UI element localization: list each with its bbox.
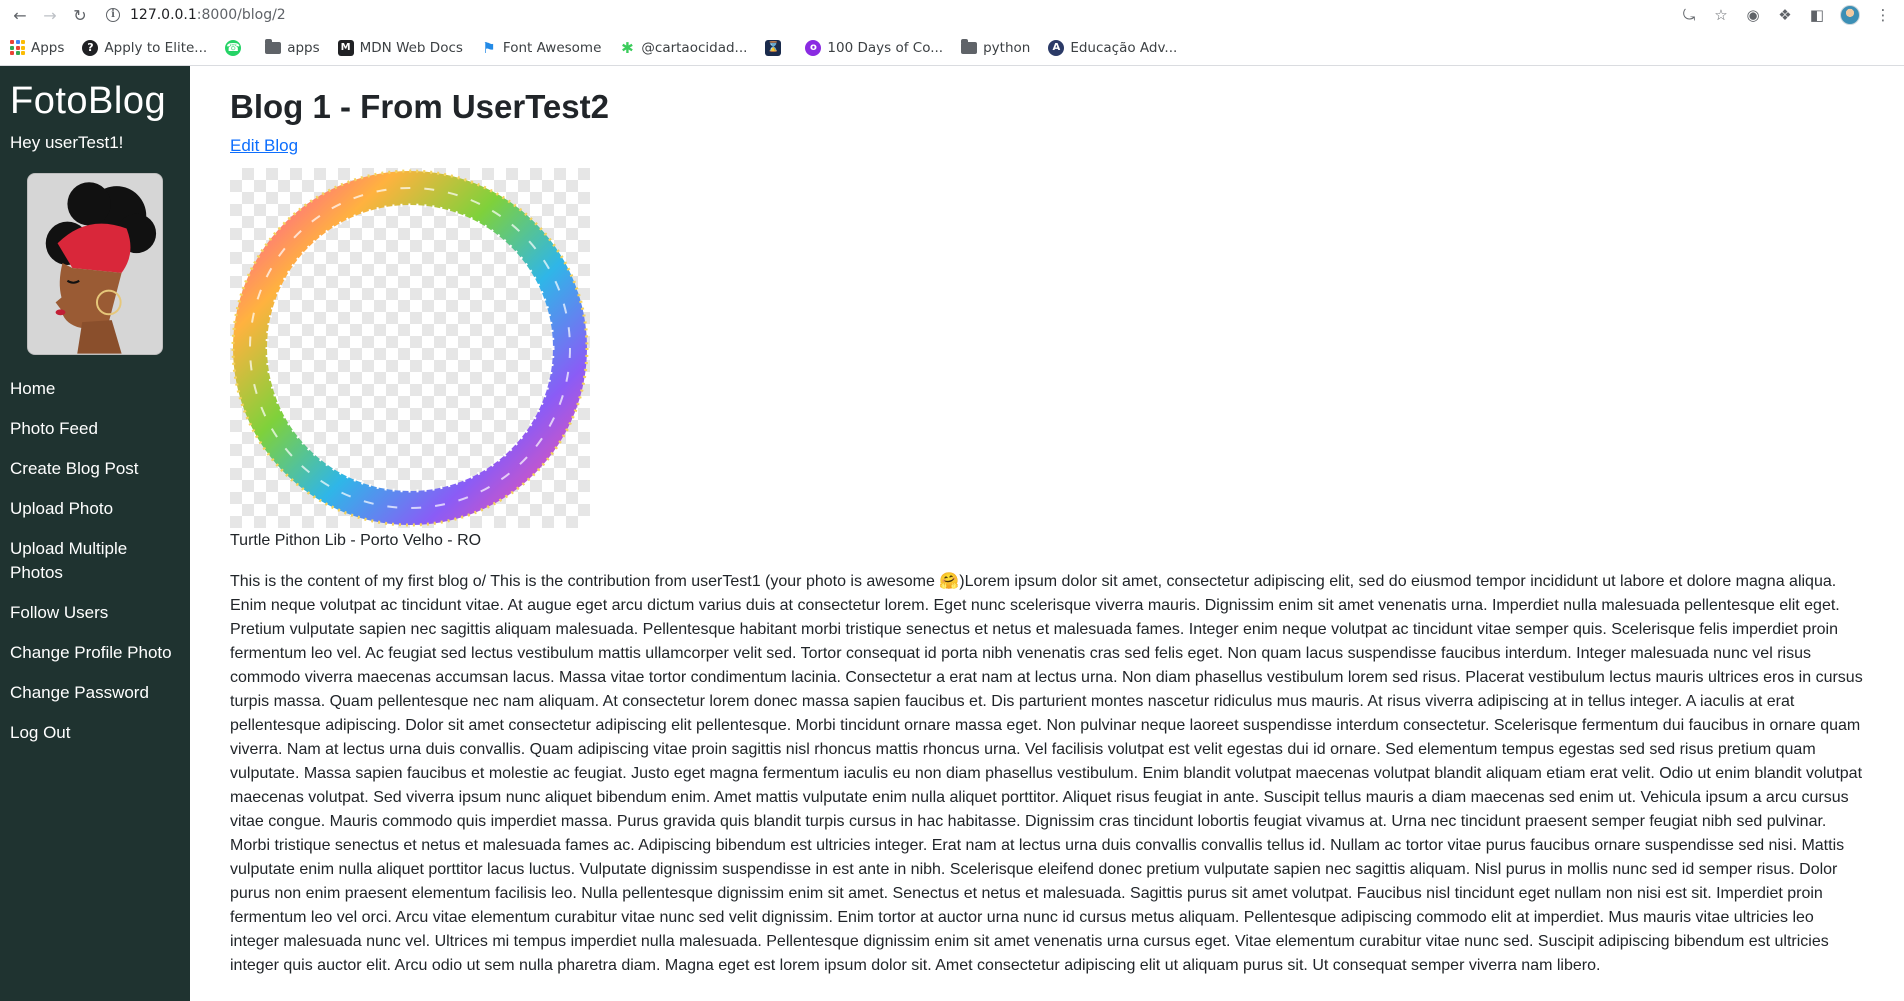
star-icon[interactable]: ☆ (1712, 6, 1730, 24)
blog-main: Blog 1 - From UserTest2 Edit Blog Turtle… (190, 66, 1904, 1001)
folder-icon (265, 38, 282, 54)
toolbar-actions: ⤿ ☆ ◉ ❖ ◧ ⋮ (1680, 5, 1896, 25)
sidebar-item-upload-photo[interactable]: Upload Photo (10, 497, 180, 521)
reload-icon[interactable]: ↻ (68, 3, 92, 27)
flag-icon: ⚑ (482, 38, 496, 57)
sidebar-item-upload-multiple-photos[interactable]: Upload Multiple Photos (10, 537, 180, 585)
edit-blog-link[interactable]: Edit Blog (230, 136, 298, 156)
asterisk-icon: ✱ (621, 38, 634, 57)
bug-extension-icon[interactable]: ◉ (1744, 6, 1762, 24)
profile-photo (27, 173, 163, 355)
bookmark-educacao[interactable]: A Educação Adv... (1048, 39, 1177, 56)
whatsapp-icon: ☎ (225, 39, 242, 56)
bookmarks-bar: Apps ? Apply to Elite... ☎ apps M MDN We… (0, 30, 1904, 66)
codapi-icon: o (805, 39, 822, 56)
user-greeting: Hey userTest1! (10, 133, 124, 152)
bookmark-whatsapp[interactable]: ☎ (225, 39, 247, 56)
url-path: :8000/blog/2 (196, 7, 286, 23)
sidebar-menu: Home Photo Feed Create Blog Post Upload … (10, 377, 180, 745)
browser-toolbar: ← → ↻ i 127.0.0.1:8000/blog/2 ⤿ ☆ ◉ ❖ ◧ … (0, 0, 1904, 30)
side-panel-icon[interactable]: ◧ (1808, 6, 1826, 24)
brand-logo[interactable]: FotoBlog (10, 80, 180, 123)
bookmark-folder-apps[interactable]: apps (265, 38, 320, 56)
elite-icon: ? (82, 39, 99, 56)
bookmark-elite[interactable]: ? Apply to Elite... (82, 39, 207, 56)
blog-photo (230, 168, 590, 528)
mdn-icon: M (337, 39, 354, 56)
address-bar[interactable]: i 127.0.0.1:8000/blog/2 (98, 2, 1680, 28)
bookmark-folder-python[interactable]: python (961, 38, 1030, 56)
sidebar-item-photo-feed[interactable]: Photo Feed (10, 417, 180, 441)
blog-title: Blog 1 - From UserTest2 (230, 88, 609, 125)
profile-avatar-icon[interactable] (1840, 5, 1860, 25)
bookmark-100-days[interactable]: o 100 Days of Co... (805, 39, 943, 56)
kebab-menu-icon[interactable]: ⋮ (1874, 6, 1892, 24)
sidebar-item-home[interactable]: Home (10, 377, 180, 401)
back-arrow-icon[interactable]: ← (8, 3, 32, 27)
decorative-ring-image (231, 169, 589, 527)
app-container: FotoBlog Hey userTest1! Home Photo Feed … (0, 66, 1904, 1001)
bookmark-font-awesome[interactable]: ⚑ Font Awesome (481, 38, 601, 57)
folder-icon (961, 38, 978, 54)
bookmark-mdn[interactable]: M MDN Web Docs (337, 39, 463, 56)
bookmark-cartaocidadao[interactable]: ✱ @cartaocidad... (619, 38, 747, 57)
forward-arrow-icon[interactable]: → (38, 3, 62, 27)
bookmark-hourglass[interactable]: ⌛ (765, 39, 787, 56)
photo-caption: Turtle Pithon Lib - Porto Velho - RO (230, 532, 482, 549)
sidebar-item-follow-users[interactable]: Follow Users (10, 601, 180, 625)
sidebar-item-change-password[interactable]: Change Password (10, 681, 180, 705)
site-info-icon[interactable]: i (106, 8, 120, 22)
url-host: 127.0.0.1 (130, 7, 197, 23)
profile-illustration (28, 174, 162, 354)
edu-icon: A (1048, 39, 1065, 56)
share-icon[interactable]: ⤿ (1680, 6, 1698, 24)
sidebar-item-create-blog-post[interactable]: Create Blog Post (10, 457, 180, 481)
hourglass-icon: ⌛ (765, 39, 782, 56)
sidebar: FotoBlog Hey userTest1! Home Photo Feed … (0, 66, 190, 1001)
bookmark-apps[interactable]: Apps (10, 40, 64, 56)
sidebar-item-change-profile-photo[interactable]: Change Profile Photo (10, 641, 180, 665)
puzzle-extensions-icon[interactable]: ❖ (1776, 6, 1794, 24)
sidebar-item-log-out[interactable]: Log Out (10, 721, 180, 745)
apps-grid-icon (10, 40, 25, 55)
blog-content: This is the content of my first blog o/ … (230, 573, 1863, 974)
